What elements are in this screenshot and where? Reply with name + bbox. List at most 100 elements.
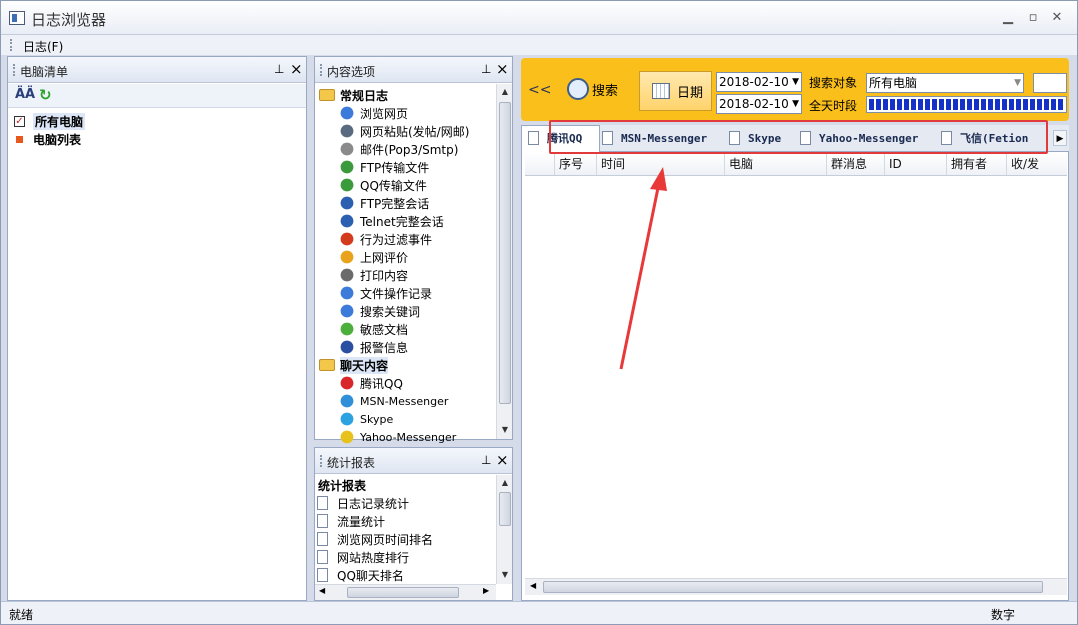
close-icon[interactable]: × xyxy=(290,60,303,78)
scroll-left-icon[interactable]: ◀ xyxy=(319,586,325,595)
dropdown-icon[interactable]: ▼ xyxy=(792,95,799,113)
dropdown-icon[interactable]: ▼ xyxy=(1014,74,1021,92)
search-button-label: 搜索 xyxy=(592,83,619,99)
tree-item-label: 所有电脑 xyxy=(33,112,86,130)
pin-icon[interactable]: ⊥ xyxy=(481,62,493,76)
scroll-down-icon[interactable]: ▼ xyxy=(497,567,513,583)
tree-item[interactable]: FTP传输文件 xyxy=(339,158,429,176)
document-icon xyxy=(317,568,328,582)
vertical-scrollbar[interactable]: ▲ ▼ xyxy=(496,84,512,439)
stats-item-label: 日志记录统计 xyxy=(337,496,410,511)
tree-item[interactable]: Skype xyxy=(339,410,393,428)
item-icon xyxy=(340,394,354,408)
vertical-scrollbar[interactable]: ▲ ▼ xyxy=(496,475,512,584)
date-button[interactable]: 日期 xyxy=(639,71,712,111)
stats-item[interactable]: 日志记录统计 xyxy=(317,494,409,512)
col-computer[interactable]: 电脑 xyxy=(725,154,827,175)
stats-item[interactable]: 网站热度排行 xyxy=(317,548,409,566)
item-icon xyxy=(340,340,354,354)
scroll-up-icon[interactable]: ▲ xyxy=(497,475,513,491)
find-icon[interactable]: ÄÄ xyxy=(15,87,35,102)
item-icon xyxy=(340,106,354,120)
search-target-select[interactable]: 所有电脑 ▼ xyxy=(866,73,1024,93)
col-owner[interactable]: 拥有者 xyxy=(947,154,1007,175)
item-icon xyxy=(340,430,354,444)
collapse-button[interactable]: << xyxy=(528,82,551,98)
tree-item-computer-list[interactable]: 电脑列表 xyxy=(14,130,81,148)
tree-group[interactable]: 常规日志 xyxy=(319,86,388,104)
pin-icon[interactable]: ⊥ xyxy=(481,453,493,467)
checkbox-icon[interactable]: ✓ xyxy=(14,115,25,127)
maximize-button[interactable]: ▫ xyxy=(1022,10,1044,26)
stats-item[interactable]: 流量统计 xyxy=(317,512,385,530)
stats-item[interactable]: QQ聊天排名 xyxy=(317,566,404,584)
col-send-receive[interactable]: 收/发 xyxy=(1007,154,1065,175)
date-to-picker[interactable]: 2018-02-10 ▼ xyxy=(716,94,802,114)
col-group-msg[interactable]: 群消息 xyxy=(827,154,885,175)
tree-item-label: FTP完整会话 xyxy=(360,196,430,211)
highlight-box xyxy=(549,120,1048,154)
date-from-picker[interactable]: 2018-02-10 ▼ xyxy=(716,72,802,92)
tree-item[interactable]: 打印内容 xyxy=(339,266,408,284)
all-day-label: 全天时段 xyxy=(809,99,858,113)
tree-item[interactable]: 搜索关键词 xyxy=(339,302,420,320)
col-blank xyxy=(525,154,555,175)
stats-item-label: QQ聊天排名 xyxy=(337,568,404,583)
item-icon xyxy=(340,142,354,156)
tree-item-all-computers[interactable]: ✓ 所有电脑 xyxy=(14,112,86,130)
col-id[interactable]: ID xyxy=(885,154,947,175)
pin-icon[interactable]: ⊥ xyxy=(274,62,286,76)
date-from-value: 2018-02-10 xyxy=(719,75,789,89)
tree-item[interactable]: 敏感文档 xyxy=(339,320,408,338)
scroll-thumb[interactable] xyxy=(543,581,1043,593)
tree-item[interactable]: Yahoo-Messenger xyxy=(339,428,456,446)
tree-item[interactable]: 网页粘贴(发帖/网邮) xyxy=(339,122,469,140)
pane-title: 电脑清单 xyxy=(20,65,69,79)
scroll-thumb[interactable] xyxy=(499,102,511,404)
col-index[interactable]: 序号 xyxy=(555,154,597,175)
tree-item[interactable]: 文件操作记录 xyxy=(339,284,432,302)
scroll-left-icon[interactable]: ◀ xyxy=(530,581,536,590)
time-range-bar[interactable] xyxy=(866,96,1067,113)
close-icon[interactable]: × xyxy=(496,451,509,469)
scroll-thumb[interactable] xyxy=(347,587,459,598)
scroll-down-icon[interactable]: ▼ xyxy=(497,422,513,438)
tree-item[interactable]: 浏览网页 xyxy=(339,104,408,122)
tree-item[interactable]: 行为过滤事件 xyxy=(339,230,432,248)
tree-group[interactable]: 聊天内容 xyxy=(319,356,389,374)
tree-item[interactable]: QQ传输文件 xyxy=(339,176,427,194)
item-icon xyxy=(340,196,354,210)
tree-item[interactable]: 邮件(Pop3/Smtp) xyxy=(339,140,458,158)
tree-item-label: 报警信息 xyxy=(360,340,409,355)
arrow-head xyxy=(650,167,667,191)
item-icon xyxy=(340,178,354,192)
item-icon xyxy=(340,214,354,228)
horizontal-scrollbar[interactable]: ◀ ▶ xyxy=(315,584,496,600)
scroll-up-icon[interactable]: ▲ xyxy=(497,84,513,100)
close-button[interactable]: ✕ xyxy=(1046,10,1068,26)
item-icon xyxy=(340,124,354,138)
pane-header: 统计报表 ⊥ × xyxy=(315,448,512,474)
title-bar: 日志浏览器 ▁ ▫ ✕ xyxy=(1,1,1077,35)
tree-item[interactable]: 报警信息 xyxy=(339,338,408,356)
stats-item[interactable]: 浏览网页时间排名 xyxy=(317,530,433,548)
extra-input[interactable] xyxy=(1033,73,1067,93)
tab-scroll-right-icon[interactable]: ▶ xyxy=(1053,130,1067,146)
tree-item[interactable]: 上网评价 xyxy=(339,248,408,266)
tree-item[interactable]: FTP完整会话 xyxy=(339,194,429,212)
tree-item[interactable]: MSN-Messenger xyxy=(339,392,448,410)
tree-item[interactable]: 腾讯QQ xyxy=(339,374,403,392)
scroll-thumb[interactable] xyxy=(499,492,511,526)
close-icon[interactable]: × xyxy=(496,60,509,78)
folder-icon xyxy=(319,89,335,101)
stats-item-label: 网站热度排行 xyxy=(337,550,410,565)
tree-item[interactable]: Telnet完整会话 xyxy=(339,212,444,230)
menu-log[interactable]: 日志(F) xyxy=(23,38,63,55)
scroll-right-icon[interactable]: ▶ xyxy=(483,586,489,595)
dropdown-icon[interactable]: ▼ xyxy=(792,73,799,91)
minimize-button[interactable]: ▁ xyxy=(997,10,1019,26)
tree-item-label: Telnet完整会话 xyxy=(360,214,444,229)
table-horizontal-scrollbar[interactable]: ◀ xyxy=(525,578,1067,595)
refresh-icon[interactable]: ↻ xyxy=(39,86,52,104)
search-button[interactable]: 搜索 xyxy=(567,78,618,100)
